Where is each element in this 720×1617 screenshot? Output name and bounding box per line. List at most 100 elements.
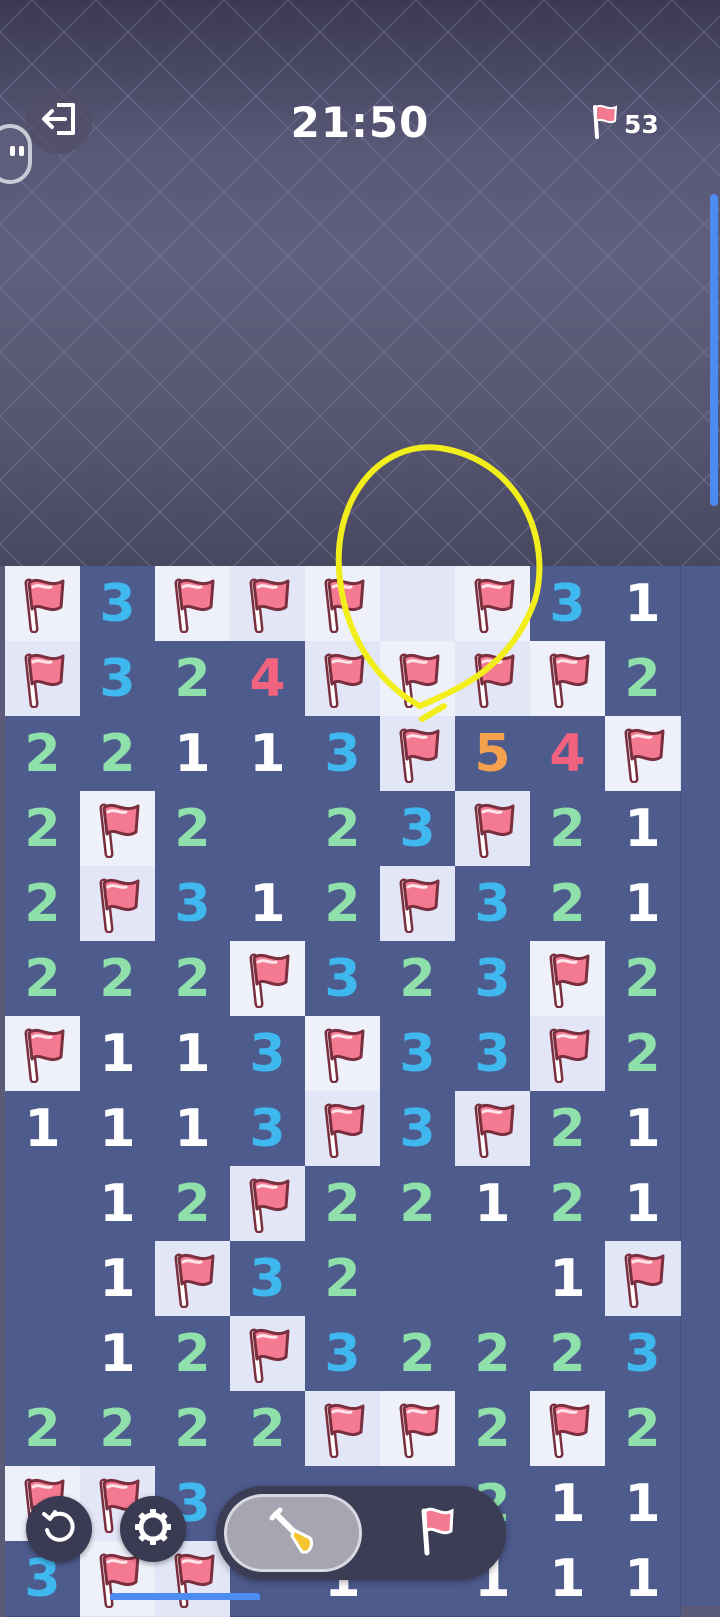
flagged-cell[interactable] [305,1391,381,1467]
number-cell[interactable]: 3 [380,1091,456,1167]
flagged-cell[interactable] [80,866,156,942]
number-cell[interactable]: 1 [530,1541,606,1617]
flagged-cell[interactable] [155,566,231,642]
number-cell[interactable]: 3 [305,941,381,1017]
number-cell[interactable]: 1 [155,716,231,792]
flagged-cell[interactable] [380,716,456,792]
scrollbar[interactable] [710,194,718,506]
number-cell[interactable]: 3 [80,566,156,642]
number-cell[interactable]: 1 [80,1166,156,1242]
number-cell[interactable]: 1 [5,1091,81,1167]
dig-mode-button[interactable] [224,1494,362,1572]
number-cell[interactable]: 2 [305,1241,381,1317]
empty-cell[interactable] [5,1316,81,1392]
number-cell[interactable]: 1 [230,716,306,792]
flagged-cell[interactable] [5,641,81,717]
flagged-cell[interactable] [230,1316,306,1392]
number-cell[interactable]: 2 [380,1316,456,1392]
number-cell[interactable]: 2 [305,791,381,867]
avatar[interactable] [0,124,32,184]
number-cell[interactable]: 5 [455,716,531,792]
number-cell[interactable]: 3 [80,641,156,717]
number-cell[interactable]: 2 [5,791,81,867]
number-cell[interactable]: 3 [305,716,381,792]
flagged-cell[interactable] [380,1391,456,1467]
number-cell[interactable]: 2 [455,1316,531,1392]
number-cell[interactable]: 2 [5,1391,81,1467]
flagged-cell[interactable] [455,791,531,867]
flagged-cell[interactable] [155,1241,231,1317]
flagged-cell[interactable] [5,1016,81,1092]
flag-mode-button[interactable] [376,1494,498,1572]
flagged-cell[interactable] [530,1016,606,1092]
number-cell[interactable]: 2 [530,866,606,942]
flagged-cell[interactable] [80,791,156,867]
number-cell[interactable]: 1 [605,791,681,867]
unopened-cell[interactable] [380,566,456,642]
number-cell[interactable]: 3 [305,1316,381,1392]
number-cell[interactable]: 1 [155,1091,231,1167]
number-cell[interactable]: 2 [155,641,231,717]
flagged-cell[interactable] [530,1391,606,1467]
number-cell[interactable]: 3 [380,791,456,867]
number-cell[interactable]: 3 [455,866,531,942]
flagged-cell[interactable] [230,941,306,1017]
number-cell[interactable]: 4 [230,641,306,717]
flagged-cell[interactable] [530,941,606,1017]
number-cell[interactable]: 2 [605,941,681,1017]
flagged-cell[interactable] [455,641,531,717]
flagged-cell[interactable] [455,1091,531,1167]
number-cell[interactable]: 1 [530,1241,606,1317]
number-cell[interactable]: 2 [155,1316,231,1392]
number-cell[interactable]: 2 [530,1316,606,1392]
number-cell[interactable]: 2 [530,1166,606,1242]
number-cell[interactable]: 1 [605,866,681,942]
number-cell[interactable]: 2 [155,791,231,867]
number-cell[interactable]: 1 [230,866,306,942]
flagged-cell[interactable] [380,866,456,942]
empty-cell[interactable] [5,1166,81,1242]
number-cell[interactable]: 3 [230,1241,306,1317]
settings-button[interactable] [120,1496,186,1562]
flagged-cell[interactable] [230,566,306,642]
empty-cell[interactable] [230,791,306,867]
number-cell[interactable]: 1 [80,1016,156,1092]
number-cell[interactable]: 1 [605,1166,681,1242]
number-cell[interactable]: 1 [455,1166,531,1242]
number-cell[interactable]: 1 [605,1466,681,1542]
number-cell[interactable]: 3 [530,566,606,642]
number-cell[interactable]: 3 [230,1091,306,1167]
number-cell[interactable]: 2 [5,716,81,792]
number-cell[interactable]: 1 [80,1241,156,1317]
empty-cell[interactable] [380,1241,456,1317]
number-cell[interactable]: 1 [530,1466,606,1542]
number-cell[interactable]: 1 [605,1091,681,1167]
number-cell[interactable]: 1 [605,1541,681,1617]
flagged-cell[interactable] [5,566,81,642]
number-cell[interactable]: 2 [455,1391,531,1467]
flagged-cell[interactable] [305,1016,381,1092]
empty-cell[interactable] [455,1241,531,1317]
number-cell[interactable]: 3 [230,1016,306,1092]
flagged-cell[interactable] [605,1241,681,1317]
number-cell[interactable]: 2 [80,1391,156,1467]
flagged-cell[interactable] [305,641,381,717]
number-cell[interactable]: 2 [530,791,606,867]
number-cell[interactable]: 2 [5,866,81,942]
number-cell[interactable]: 1 [80,1091,156,1167]
flagged-cell[interactable] [605,716,681,792]
number-cell[interactable]: 4 [530,716,606,792]
number-cell[interactable]: 2 [605,1016,681,1092]
restart-button[interactable] [26,1496,92,1562]
number-cell[interactable]: 2 [80,716,156,792]
number-cell[interactable]: 2 [230,1391,306,1467]
number-cell[interactable]: 2 [305,1166,381,1242]
flagged-cell[interactable] [305,566,381,642]
number-cell[interactable]: 2 [80,941,156,1017]
number-cell[interactable]: 3 [455,941,531,1017]
number-cell[interactable]: 2 [305,866,381,942]
number-cell[interactable]: 2 [155,1391,231,1467]
flagged-cell[interactable] [305,1091,381,1167]
flagged-cell[interactable] [380,641,456,717]
flagged-cell[interactable] [530,641,606,717]
